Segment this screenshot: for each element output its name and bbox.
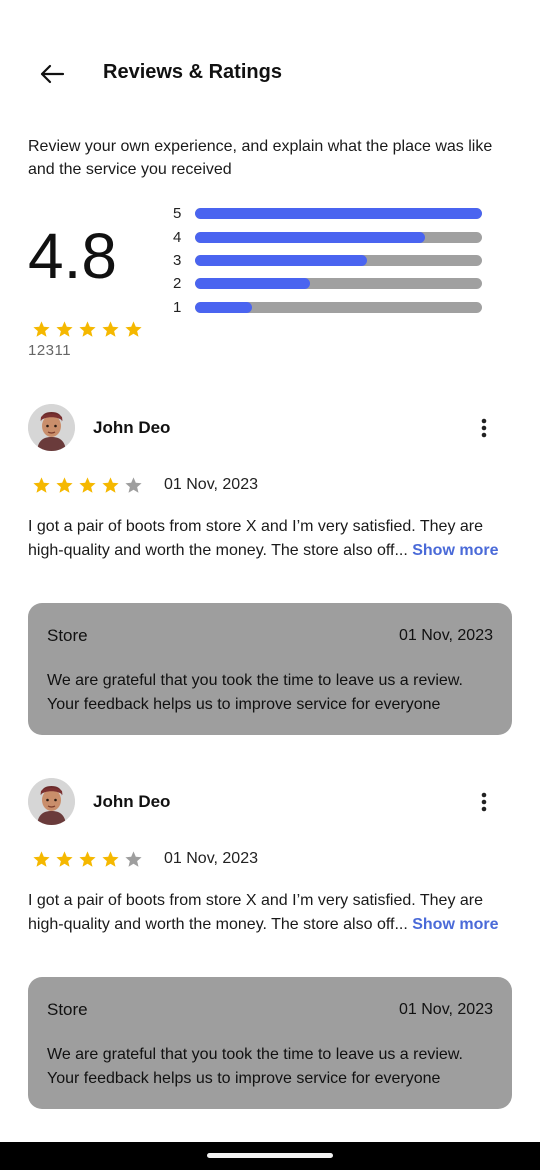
rating-bar-label: 3 xyxy=(173,251,182,269)
rating-bar-fill xyxy=(195,254,368,266)
rating-bar-track xyxy=(195,278,482,290)
review-text: I got a pair of boots from store X and I… xyxy=(28,515,512,562)
rating-bar-track xyxy=(195,301,482,313)
review-count: 12311 xyxy=(28,342,72,359)
reviewer-name: John Deo xyxy=(93,418,171,437)
reply-author: Store xyxy=(47,626,88,645)
page-title: Reviews & Ratings xyxy=(103,61,282,83)
review-stars xyxy=(32,850,143,869)
arrow-left-icon xyxy=(40,64,65,84)
intro-text: Review your own experience, and explain … xyxy=(28,138,493,178)
review-date: 01 Nov, 2023 xyxy=(164,850,258,867)
star-filled-icon xyxy=(101,320,120,339)
avatar-icon xyxy=(28,778,75,825)
rating-bar-track xyxy=(195,231,482,243)
rating-bar-row: 3 xyxy=(173,249,513,272)
star-filled-icon xyxy=(55,850,74,869)
rating-bar-row: 1 xyxy=(173,296,513,319)
star-filled-icon xyxy=(78,850,97,869)
reply-text: We are grateful that you took the time t… xyxy=(47,1046,463,1087)
reply-date: 01 Nov, 2023 xyxy=(399,627,493,644)
star-filled-icon xyxy=(32,850,51,869)
rating-bar-row: 2 xyxy=(173,272,513,295)
rating-bar-label: 1 xyxy=(173,298,182,316)
rating-summary: 4.8 12311 5 4 3 2 1 xyxy=(28,200,512,365)
rating-bar-fill xyxy=(195,231,425,243)
star-empty-icon xyxy=(124,850,143,869)
reply-author: Store xyxy=(47,1000,88,1019)
more-vertical-icon xyxy=(481,792,487,812)
show-more-link[interactable]: Show more xyxy=(412,916,498,933)
avatar[interactable] xyxy=(28,778,75,825)
rating-bar-fill xyxy=(195,208,482,220)
rating-bar-track xyxy=(195,208,482,220)
rating-bar-label: 2 xyxy=(173,275,182,293)
review-date: 01 Nov, 2023 xyxy=(164,476,258,493)
star-filled-icon xyxy=(124,320,143,339)
show-more-link[interactable]: Show more xyxy=(412,542,498,559)
summary-stars xyxy=(32,320,143,339)
review-text: I got a pair of boots from store X and I… xyxy=(28,889,512,936)
star-filled-icon xyxy=(101,476,120,495)
app-header: Reviews & Ratings xyxy=(0,0,540,150)
star-filled-icon xyxy=(101,850,120,869)
rating-bar-row: 5 xyxy=(173,202,513,225)
average-score: 4.8 xyxy=(28,220,117,292)
system-nav-bar xyxy=(0,1142,540,1170)
star-filled-icon xyxy=(55,320,74,339)
rating-bar-fill xyxy=(195,301,253,313)
rating-bar-fill xyxy=(195,278,310,290)
reviewer-name: John Deo xyxy=(93,792,171,811)
star-empty-icon xyxy=(124,476,143,495)
review-menu-button[interactable] xyxy=(468,412,500,444)
reply-date: 01 Nov, 2023 xyxy=(399,1001,493,1018)
rating-distribution: 5 4 3 2 1 xyxy=(173,202,513,319)
rating-bar-label: 4 xyxy=(173,228,182,246)
reply-text: We are grateful that you took the time t… xyxy=(47,672,463,713)
review-menu-button[interactable] xyxy=(468,786,500,818)
store-reply: Store 01 Nov, 2023 We are grateful that … xyxy=(28,977,512,1109)
avatar-icon xyxy=(28,404,75,451)
star-filled-icon xyxy=(32,476,51,495)
rating-bar-row: 4 xyxy=(173,225,513,248)
rating-bar-track xyxy=(195,254,482,266)
star-filled-icon xyxy=(78,320,97,339)
star-filled-icon xyxy=(55,476,74,495)
star-filled-icon xyxy=(78,476,97,495)
more-vertical-icon xyxy=(481,418,487,438)
rating-bar-label: 5 xyxy=(173,205,182,223)
store-reply: Store 01 Nov, 2023 We are grateful that … xyxy=(28,603,512,735)
review-stars xyxy=(32,476,143,495)
back-button[interactable] xyxy=(34,56,70,92)
star-filled-icon xyxy=(32,320,51,339)
home-indicator[interactable] xyxy=(207,1153,333,1158)
avatar[interactable] xyxy=(28,404,75,451)
